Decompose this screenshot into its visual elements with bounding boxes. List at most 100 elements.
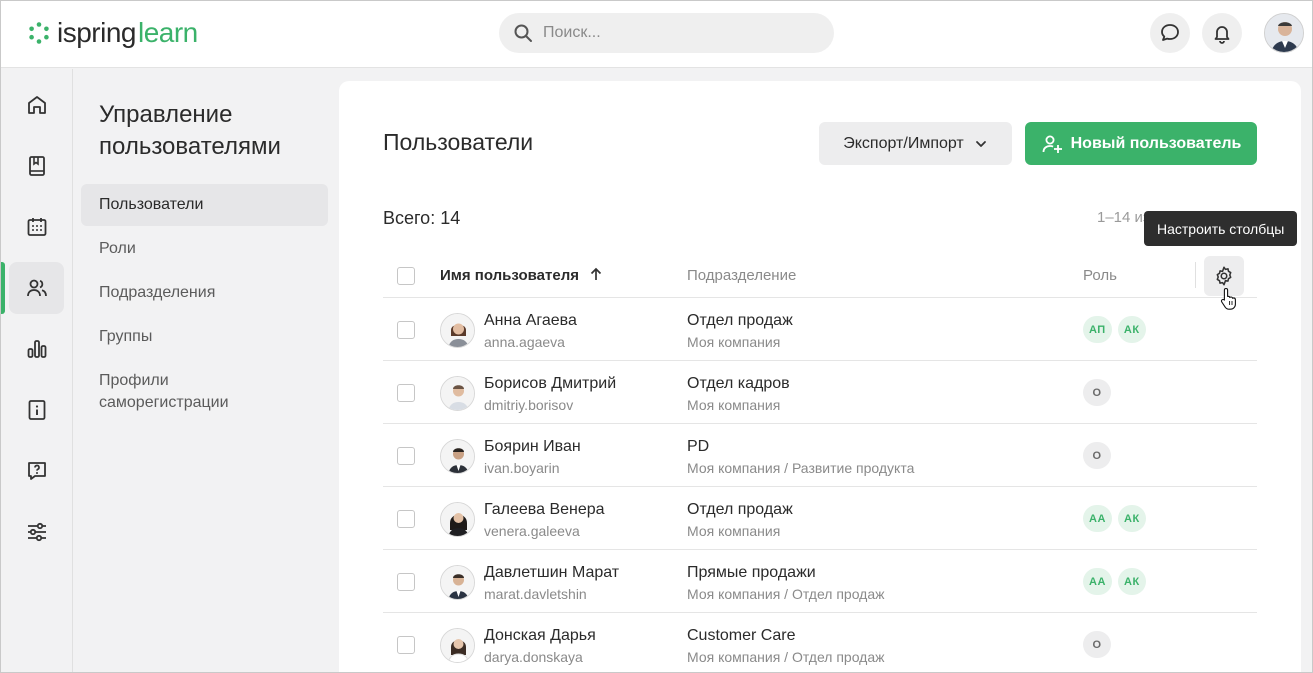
home-icon (27, 96, 46, 114)
user-name[interactable]: Галеева Венера (484, 501, 605, 519)
table-row[interactable]: Боярин Иван ivan.boyarin PD Моя компания… (383, 425, 1257, 487)
section-title: Управление пользователями (99, 101, 281, 160)
column-header-name[interactable]: Имя пользователя (440, 267, 603, 284)
table-row[interactable]: Анна Агаева anna.agaeva Отдел продаж Моя… (383, 299, 1257, 361)
role-badges: О (1083, 442, 1111, 469)
role-badge: АК (1117, 505, 1146, 532)
chat-button[interactable] (1150, 13, 1190, 53)
role-badge: АП (1083, 316, 1112, 343)
rail-item-settings[interactable] (9, 506, 64, 558)
top-header: ispringlearn (1, 1, 1312, 68)
table-row[interactable]: Давлетшин Марат marat.davletshin Прямые … (383, 551, 1257, 613)
row-checkbox[interactable] (397, 636, 415, 654)
search-icon (514, 24, 532, 42)
pagination-range: 1–14 из 14 (1097, 209, 1147, 226)
department-name: Отдел кадров (687, 375, 790, 392)
user-avatar (440, 376, 475, 411)
table-row[interactable]: Донская Дарья darya.donskaya Customer Ca… (383, 614, 1257, 672)
avatar-image (441, 314, 474, 347)
department-path: Моя компания / Отдел продаж (687, 649, 885, 665)
avatar-image (441, 629, 474, 662)
user-avatar (440, 628, 475, 663)
calendar-icon (27, 218, 46, 236)
column-header-department[interactable]: Подразделение (687, 267, 796, 284)
department-name: Отдел продаж (687, 501, 793, 518)
rail-item-courses[interactable] (9, 140, 64, 192)
rail-item-help[interactable] (9, 445, 64, 497)
rail-item-knowledge[interactable] (9, 384, 64, 436)
department-name: Customer Care (687, 627, 796, 644)
logo-text: ispringlearn (57, 17, 198, 48)
user-login: marat.davletshin (484, 586, 587, 602)
subnav-item-groups[interactable]: Группы (81, 316, 328, 358)
subnav-item-departments[interactable]: Подразделения (81, 272, 328, 314)
new-user-button[interactable]: Новый пользователь (1025, 122, 1257, 165)
user-avatar[interactable] (1264, 13, 1304, 53)
row-checkbox[interactable] (397, 321, 415, 339)
row-checkbox[interactable] (397, 573, 415, 591)
chevron-down-icon (975, 140, 986, 147)
user-avatar (440, 313, 475, 348)
user-avatar (440, 565, 475, 600)
role-badge: О (1083, 442, 1111, 469)
user-avatar (440, 502, 475, 537)
subnav-item-users[interactable]: Пользователи (81, 184, 328, 226)
role-badge: О (1083, 631, 1111, 658)
rail-item-calendar[interactable] (9, 201, 64, 253)
bar-chart-icon (27, 340, 46, 358)
column-header-role[interactable]: Роль (1083, 267, 1117, 284)
role-badges: АП АК (1083, 316, 1146, 343)
hand-pointer-icon (1220, 287, 1236, 310)
department-name: PD (687, 438, 710, 455)
role-badge: О (1083, 379, 1111, 406)
app-window: ispringlearn Поиск... Управление пользов… (0, 0, 1313, 673)
page-title: Пользователи (383, 129, 534, 155)
search-input[interactable] (543, 24, 813, 42)
configure-columns-tooltip: Настроить столбцы (1144, 211, 1298, 246)
department-path: Моя компания / Отдел продаж (687, 586, 885, 602)
role-badge: АК (1117, 316, 1146, 343)
user-name[interactable]: Боярин Иван (484, 438, 581, 456)
total-count: Всего: 14 (383, 208, 461, 228)
user-name[interactable]: Анна Агаева (484, 312, 577, 330)
avatar-image (441, 566, 474, 599)
ispring-learn-logo[interactable]: ispringlearn (27, 17, 198, 49)
role-badges: АА АК (1083, 505, 1146, 532)
subnav-item-self-registration[interactable]: Профили саморегистрации (81, 365, 328, 419)
user-login: darya.donskaya (484, 649, 583, 665)
user-name[interactable]: Борисов Дмитрий (484, 375, 616, 393)
bell-icon (1214, 26, 1230, 44)
user-name[interactable]: Давлетшин Марат (484, 564, 619, 582)
table-row[interactable]: Галеева Венера venera.galeeva Отдел прод… (383, 488, 1257, 550)
sliders-icon (27, 522, 46, 542)
rail-item-home[interactable] (9, 79, 64, 131)
table-header: Имя пользователя Подразделение Роль (383, 254, 1257, 298)
table-row[interactable]: Борисов Дмитрий dmitriy.borisov Отдел ка… (383, 362, 1257, 424)
sort-ascending-icon (591, 267, 602, 280)
search-box[interactable] (499, 13, 834, 53)
department-path: Моя компания (687, 523, 781, 539)
row-checkbox[interactable] (397, 510, 415, 528)
user-login: venera.galeeva (484, 523, 580, 539)
user-name[interactable]: Донская Дарья (484, 627, 596, 645)
rail-item-users[interactable] (9, 262, 64, 314)
department-path: Моя компания / Развитие продукта (687, 460, 915, 476)
notifications-button[interactable] (1202, 13, 1242, 53)
column-divider (1195, 262, 1196, 288)
avatar-image (441, 440, 474, 473)
row-checkbox[interactable] (397, 384, 415, 402)
row-checkbox[interactable] (397, 447, 415, 465)
add-user-icon (1042, 135, 1062, 153)
chat-icon (1161, 24, 1179, 41)
subnav-item-roles[interactable]: Роли (81, 228, 328, 270)
question-chat-icon (27, 462, 46, 480)
export-import-button[interactable]: Экспорт/Импорт (819, 122, 1012, 165)
avatar-image (441, 377, 474, 410)
rail-item-reports[interactable] (9, 323, 64, 375)
user-management-nav: Управление пользователями Пользователи Р… (73, 69, 338, 672)
role-badge: АК (1117, 568, 1146, 595)
users-icon (26, 279, 47, 297)
select-all-checkbox[interactable] (397, 267, 415, 285)
app-rail (1, 69, 73, 672)
role-badge: АА (1083, 568, 1112, 595)
